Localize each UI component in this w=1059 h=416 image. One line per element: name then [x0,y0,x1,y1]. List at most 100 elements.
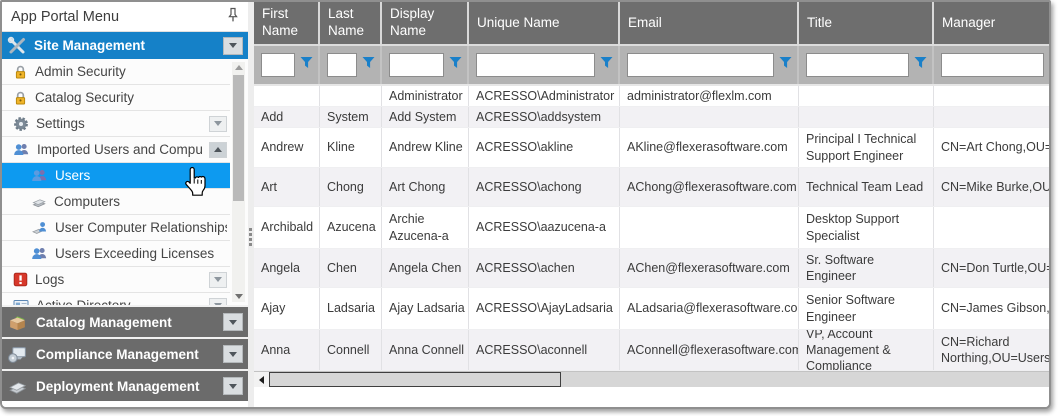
settings-expand-button[interactable] [209,116,227,132]
filter-input-title[interactable] [806,53,909,77]
table-row[interactable]: Andrew Kline Andrew Kline ACRESSO\akline… [254,128,1049,168]
imported-users-collapse-button[interactable] [209,142,227,158]
column-header-display-name[interactable]: Display Name [382,2,469,44]
cell-manager: CN=James Gibson,O [934,288,1049,329]
sidebar-item-catalog-security[interactable]: Catalog Security [2,85,230,111]
active-directory-expand-button[interactable] [209,298,227,306]
horizontal-scrollbar-thumb[interactable] [269,372,561,387]
table-row[interactable]: Art Chong Art Chong ACRESSO\achong AChon… [254,168,1049,207]
cell-display-name: Add System [382,107,469,127]
cell-last-name: Kline [320,128,382,167]
cell-title: Sr. Software Engineer [799,249,934,287]
alert-icon [13,272,28,287]
table-row[interactable]: Angela Chen Angela Chen ACRESSO\achen AC… [254,249,1049,288]
filter-input-manager[interactable] [941,53,1044,77]
sidebar-item-settings[interactable]: Settings [2,111,230,137]
table-row[interactable]: Administrator ACRESSO\Administrator admi… [254,86,1049,107]
sidebar: App Portal Menu Site Management Admin Se… [2,2,248,407]
cell-first-name: Anna [254,330,320,370]
pin-icon[interactable] [227,7,239,27]
table-row[interactable]: Add System Add System ACRESSO\addsystem [254,107,1049,128]
table-row[interactable]: Archibald Azucena Archie Azucena-a ACRES… [254,207,1049,249]
filter-input-last-name[interactable] [327,53,357,77]
cell-unique-name: ACRESSO\akline [469,128,620,167]
cell-last-name: Chong [320,168,382,206]
cell-last-name: Azucena [320,207,382,248]
cell-display-name: Andrew Kline [382,128,469,167]
sidebar-scrollbar-thumb[interactable] [233,75,244,201]
cell-email [620,207,799,248]
sidebar-item-logs[interactable]: Logs [2,267,230,293]
item-label: User Computer Relationships [55,220,227,235]
sidebar-item-admin-security[interactable]: Admin Security [2,59,230,85]
filter-funnel-icon[interactable] [449,56,462,74]
column-header-unique-name[interactable]: Unique Name [469,2,620,44]
column-header-manager[interactable]: Manager [934,2,1049,44]
cell-manager [934,107,1049,127]
filter-funnel-icon[interactable] [779,56,792,74]
cell-display-name: Angela Chen [382,249,469,287]
horizontal-scrollbar[interactable] [254,371,1049,387]
section-label: Catalog Management [36,315,215,330]
filter-input-unique-name[interactable] [476,53,595,77]
sidebar-item-imported-users-and-computers[interactable]: Imported Users and Computers [2,137,230,163]
sidebar-section-catalog-management[interactable]: Catalog Management [2,305,248,337]
column-header-first-name[interactable]: First Name [254,2,320,44]
sidebar-menu-scroll-area: Admin Security Catalog Security Settings [2,59,248,305]
cell-last-name: System [320,107,382,127]
cell-unique-name: ACRESSO\Administrator [469,86,620,106]
filter-funnel-icon[interactable] [914,56,927,74]
directory-card-icon [13,299,29,306]
column-header-title[interactable]: Title [799,2,934,44]
cell-title [799,86,934,106]
scroll-left-icon[interactable] [254,372,269,387]
site-management-collapse-button[interactable] [223,37,243,55]
users-group-icon [31,246,48,261]
filter-cell [320,46,382,84]
filter-funnel-icon[interactable] [362,56,375,74]
sidebar-item-active-directory[interactable]: Active Directory [2,293,230,305]
filter-input-first-name[interactable] [261,53,295,77]
sidebar-item-computers[interactable]: Computers [2,189,230,215]
lock-icon [13,90,28,106]
scroll-down-icon[interactable] [234,294,243,299]
cell-email: administrator@flexlm.com [620,86,799,106]
splitter-grip-icon [249,228,252,246]
table-row[interactable]: Anna Connell Anna Connell ACRESSO\aconne… [254,330,1049,371]
item-label: Active Directory [36,298,202,305]
tools-icon [7,36,27,56]
logs-expand-button[interactable] [209,272,227,288]
sidebar-section-compliance-management[interactable]: Compliance Management [2,337,248,369]
filter-funnel-icon[interactable] [300,56,313,74]
compliance-management-expand-button[interactable] [223,345,243,363]
deployment-management-expand-button[interactable] [223,377,243,395]
cell-manager [934,86,1049,106]
column-header-email[interactable]: Email [620,2,799,44]
sidebar-splitter[interactable] [248,2,254,407]
sidebar-scrollbar[interactable] [232,62,245,302]
computer-icon [31,194,47,209]
table-row[interactable]: Ajay Ladsaria Ajay Ladsaria ACRESSO\Ajay… [254,288,1049,330]
filter-funnel-icon[interactable] [600,56,613,74]
cell-display-name: Administrator [382,86,469,106]
filter-input-email[interactable] [627,53,774,77]
cell-email [620,107,799,127]
cell-last-name: Ladsaria [320,288,382,329]
sidebar-item-user-computer-relationships[interactable]: User Computer Relationships [2,215,230,241]
lock-icon [13,64,28,80]
cell-unique-name: ACRESSO\addsystem [469,107,620,127]
cell-display-name: Archie Azucena-a [382,207,469,248]
users-icon [31,168,48,183]
sidebar-item-users-exceeding-licenses[interactable]: Users Exceeding Licenses [2,241,230,267]
sidebar-section-site-management[interactable]: Site Management [2,32,248,59]
filter-cell [934,46,1049,84]
cell-title: VP, Account Management & Compliance [799,330,934,370]
sidebar-item-users[interactable]: Users [2,163,230,189]
filter-input-display-name[interactable] [389,53,444,77]
sidebar-section-deployment-management[interactable]: Deployment Management [2,369,248,401]
column-header-last-name[interactable]: Last Name [320,2,382,44]
scroll-up-icon[interactable] [234,65,243,70]
catalog-management-expand-button[interactable] [223,313,243,331]
cell-title: Senior Software Engineer [799,288,934,329]
sidebar-title: App Portal Menu [11,9,119,25]
